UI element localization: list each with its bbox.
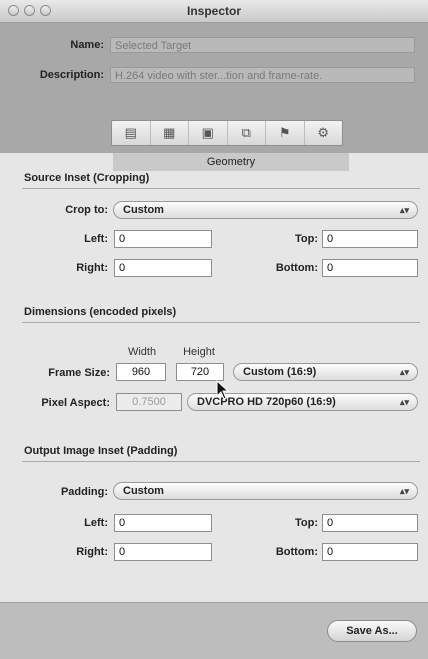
padding-bottom-label: Bottom: (275, 546, 318, 558)
frame-size-preset-popup[interactable]: Custom (16:9) ▴▾ (233, 363, 418, 381)
crop-bottom-field[interactable]: 0 (322, 259, 418, 277)
crop-right-field[interactable]: 0 (114, 259, 212, 277)
summary-icon[interactable]: ▤ (112, 121, 151, 145)
filters-icon[interactable]: ▣ (189, 121, 228, 145)
divider (22, 461, 420, 462)
chevron-updown-icon: ▴▾ (399, 205, 409, 215)
name-field[interactable]: Selected Target (110, 37, 415, 53)
chevron-updown-icon: ▴▾ (399, 486, 409, 496)
window-title: Inspector (186, 4, 241, 18)
save-as-button[interactable]: Save As... (327, 620, 417, 642)
source-inset-title: Source Inset (Cropping) (24, 172, 150, 184)
output-inset-title: Output Image Inset (Padding) (24, 445, 178, 457)
crop-left-label: Left: (84, 233, 108, 245)
pixel-aspect-label: Pixel Aspect: (41, 397, 110, 409)
padding-left-field[interactable]: 0 (114, 514, 212, 532)
padding-popup[interactable]: Custom ▴▾ (113, 482, 418, 500)
crop-to-label: Crop to: (65, 204, 108, 216)
padding-top-label: Top: (294, 517, 318, 529)
settings-icon[interactable]: ⚙ (305, 121, 343, 145)
padding-right-label: Right: (76, 546, 108, 558)
padding-bottom-field[interactable]: 0 (322, 543, 418, 561)
crop-top-field[interactable]: 0 (322, 230, 418, 248)
divider (22, 322, 420, 323)
dimensions-title: Dimensions (encoded pixels) (24, 306, 177, 318)
padding-left-label: Left: (84, 517, 108, 529)
inspector-window: Inspector Name: Selected Target Descript… (0, 0, 428, 659)
inspector-header: Name: Selected Target Description: H.264… (0, 23, 428, 171)
frame-height-field[interactable]: 720 (176, 363, 224, 381)
crop-right-label: Right: (76, 262, 108, 274)
crop-to-popup[interactable]: Custom ▴▾ (113, 201, 418, 219)
description-label: Description: (39, 69, 104, 81)
inspector-toolbar: ▤ ▦ ▣ ⧉ ⚑ ⚙ (111, 120, 343, 146)
divider (22, 188, 420, 189)
video-icon[interactable]: ▦ (151, 121, 189, 145)
chevron-updown-icon: ▴▾ (399, 397, 409, 407)
padding-top-field[interactable]: 0 (322, 514, 418, 532)
crop-to-value: Custom (123, 204, 164, 216)
frame-width-field[interactable]: 960 (116, 363, 166, 381)
tab-geometry-label: Geometry (113, 153, 349, 171)
padding-label: Padding: (60, 486, 108, 498)
mouse-pointer-icon (216, 380, 230, 400)
title-bar: Inspector (0, 0, 428, 23)
padding-right-field[interactable]: 0 (114, 543, 212, 561)
frame-size-preset-value: Custom (16:9) (243, 366, 317, 378)
width-header: Width (127, 346, 157, 358)
description-field[interactable]: H.264 video with ster...tion and frame-r… (110, 67, 415, 83)
height-header: Height (183, 346, 215, 358)
geometry-icon[interactable]: ⧉ (228, 121, 266, 145)
crop-top-label: Top: (294, 233, 318, 245)
pixel-aspect-field: 0.7500 (116, 393, 182, 411)
chevron-updown-icon: ▴▾ (399, 367, 409, 377)
actions-icon[interactable]: ⚑ (266, 121, 305, 145)
crop-left-field[interactable]: 0 (114, 230, 212, 248)
frame-size-label: Frame Size: (48, 367, 110, 379)
crop-bottom-label: Bottom: (275, 262, 318, 274)
name-label: Name: (70, 39, 104, 51)
padding-value: Custom (123, 485, 164, 497)
